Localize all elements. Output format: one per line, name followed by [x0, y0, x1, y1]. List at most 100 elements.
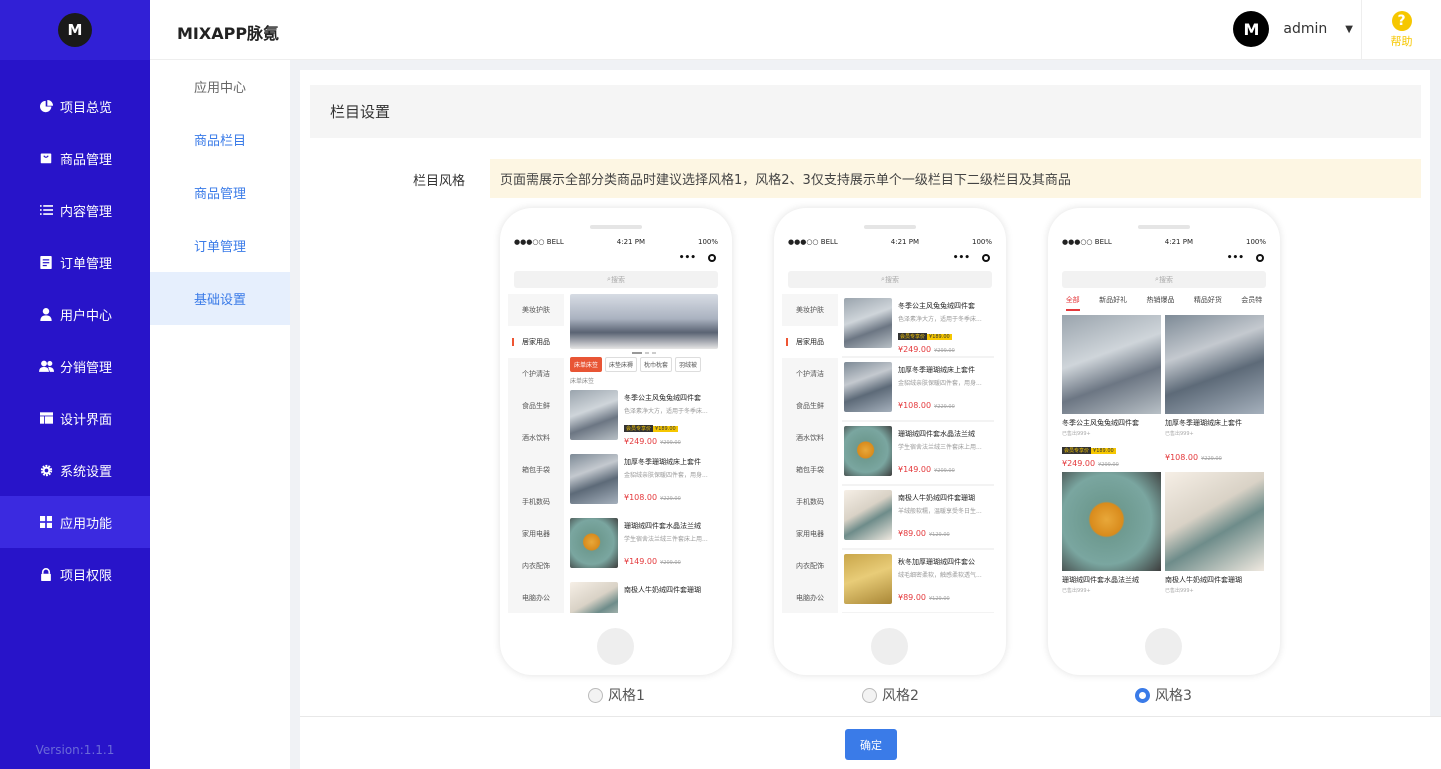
- phone-speaker: [864, 225, 916, 229]
- main-content: 栏目设置 栏目风格 页面需展示全部分类商品时建议选择风格1，风格2、3仅支持展示…: [300, 70, 1430, 716]
- product-card: 加厚冬季珊瑚绒床上套件 已售出999+ ¥108.00 ¥229.00: [1165, 315, 1264, 468]
- radio-label: 风格1: [608, 688, 645, 704]
- sidebar-item-design[interactable]: 设计界面: [0, 392, 150, 444]
- username: admin: [1283, 21, 1328, 37]
- document-icon: [38, 254, 54, 270]
- product-card: 秋冬加厚珊瑚绒四件套公 绒毛细密柔软，触感柔软透气... ¥89.00 ¥129.…: [842, 550, 994, 613]
- category-item: 个护清洁: [796, 370, 824, 378]
- mini-program-capsule: •••: [782, 251, 998, 265]
- category-item-selected: 居家用品: [508, 326, 564, 358]
- bag-icon: [38, 150, 54, 166]
- category-item: 家用电器: [522, 530, 550, 538]
- pie-chart-icon: [38, 98, 54, 114]
- category-item: 电脑办公: [796, 594, 824, 602]
- product-card: 珊瑚绒四件套水晶法兰绒 学生宿舍法兰绒三件套床上用... ¥149.00 ¥209…: [570, 515, 718, 577]
- phone-screen: ●●●○○ BELL 4:21 PM 100% ••• ⌕ 搜索 美妆护肤 居家用品…: [508, 233, 724, 613]
- sidebar-item-label: 设计界面: [60, 412, 113, 428]
- sidebar-item-orders[interactable]: 订单管理: [0, 236, 150, 288]
- subnav-item-product-management[interactable]: 商品管理: [150, 166, 290, 219]
- more-icon: •••: [1226, 253, 1244, 263]
- style2-preview[interactable]: ●●●○○ BELL 4:21 PM 100% ••• ⌕ 搜索 美妆护肤 居家用品…: [774, 208, 1006, 675]
- category-item: 食品生鲜: [796, 402, 824, 410]
- product-image: [844, 554, 892, 604]
- sidebar-item-users[interactable]: 用户中心: [0, 288, 150, 340]
- product-image: [1165, 315, 1264, 414]
- style1-radio[interactable]: 风格1: [588, 685, 645, 705]
- product-image: [570, 390, 618, 440]
- sidebar-item-content[interactable]: 内容管理: [0, 184, 150, 236]
- product-card: 南极人牛奶绒四件套珊瑚: [570, 579, 718, 613]
- logo-icon: M: [58, 13, 92, 47]
- sidebar-item-label: 项目总览: [60, 100, 113, 116]
- product-card: 加厚冬季珊瑚绒床上套件 金貂绒亲肤保暖四件套，用身... ¥108.00 ¥229…: [842, 358, 994, 422]
- help-button[interactable]: ? 帮助: [1361, 0, 1441, 60]
- product-image: [1062, 315, 1161, 414]
- category-item: 酒水饮料: [796, 434, 824, 442]
- category-item: 内衣配饰: [796, 562, 824, 570]
- scrollbar[interactable]: [1430, 60, 1441, 716]
- style3-preview[interactable]: ●●●○○ BELL 4:21 PM 100% ••• ⌕ 搜索 全部 新品好礼 热…: [1048, 208, 1280, 675]
- sidebar-item-settings[interactable]: 系统设置: [0, 444, 150, 496]
- sidebar-item-label: 订单管理: [60, 256, 113, 272]
- radio-button[interactable]: [588, 687, 603, 703]
- sidebar-item-app-functions[interactable]: 应用功能: [0, 496, 150, 548]
- product-image: [844, 490, 892, 540]
- banner-image: [570, 294, 718, 349]
- product-image: [844, 426, 892, 476]
- sidebar-item-label: 内容管理: [60, 204, 113, 220]
- subnav-item-basic-settings[interactable]: 基础设置: [150, 272, 290, 325]
- lock-icon: [38, 566, 54, 582]
- radio-button-selected[interactable]: [1135, 687, 1150, 703]
- product-image: [1062, 472, 1161, 571]
- logo[interactable]: M: [0, 0, 150, 60]
- product-card: 南极人牛奶绒四件套珊瑚 羊绒般软糯，温暖享受冬日生... ¥89.00 ¥129.…: [842, 486, 994, 550]
- subnav-item-product-columns[interactable]: 商品栏目: [150, 113, 290, 166]
- product-image: [570, 518, 618, 568]
- category-item: 手机数码: [522, 498, 550, 506]
- radio-label: 风格3: [1155, 688, 1192, 704]
- subcategory-title: 床单床笠: [570, 378, 595, 385]
- section-title: 栏目设置: [310, 85, 1421, 138]
- user-menu[interactable]: M admin ▼: [1233, 11, 1353, 47]
- field-label: 栏目风格: [413, 174, 466, 189]
- sub-navigation: 应用中心 商品栏目 商品管理 订单管理 基础设置: [150, 60, 290, 769]
- phone-speaker: [1138, 225, 1190, 229]
- page-title: MIXAPP脉氪: [177, 24, 280, 43]
- search-bar: ⌕ 搜索: [788, 271, 992, 288]
- phone-screen: ●●●○○ BELL 4:21 PM 100% ••• ⌕ 搜索 全部 新品好礼 热…: [1056, 233, 1272, 613]
- close-icon: [708, 254, 716, 262]
- sidebar-item-permissions[interactable]: 项目权限: [0, 548, 150, 600]
- phone-home-button: [871, 628, 908, 665]
- style2-radio[interactable]: 风格2: [862, 685, 919, 705]
- status-bar: ●●●○○ BELL 4:21 PM 100%: [514, 238, 718, 246]
- confirm-button[interactable]: 确定: [845, 729, 897, 760]
- phone-home-button: [597, 628, 634, 665]
- category-item: 美妆护肤: [796, 306, 824, 314]
- category-item: 个护清洁: [522, 370, 550, 378]
- category-tabs: 全部 新品好礼 热销爆品 精品好货 会员特: [1056, 295, 1272, 311]
- list-icon: [38, 202, 54, 218]
- user-icon: [38, 306, 54, 322]
- category-item: 电脑办公: [522, 594, 550, 602]
- product-image: [570, 582, 618, 613]
- subnav-item-app-center[interactable]: 应用中心: [150, 60, 290, 113]
- status-bar: ●●●○○ BELL 4:21 PM 100%: [788, 238, 992, 246]
- category-item: 箱包手袋: [796, 466, 824, 474]
- product-card: 珊瑚绒四件套水晶法兰绒 已售出999+: [1062, 472, 1161, 594]
- product-image: [570, 454, 618, 504]
- sidebar-item-distribution[interactable]: 分销管理: [0, 340, 150, 392]
- more-icon: •••: [952, 253, 970, 263]
- product-grid: 冬季公主风兔兔绒四件套 已售出999+ 会员专享价 ¥189.00 ¥249.00…: [1056, 311, 1272, 598]
- category-item-selected: 居家用品: [782, 326, 838, 358]
- sidebar-item-label: 分销管理: [60, 360, 113, 376]
- radio-button[interactable]: [862, 687, 877, 703]
- users-icon: [38, 358, 54, 374]
- category-item: 家用电器: [796, 530, 824, 538]
- product-card: 珊瑚绒四件套水晶法兰绒 学生宿舍法兰绒三件套床上用... ¥149.00 ¥209…: [842, 422, 994, 486]
- style1-preview[interactable]: ●●●○○ BELL 4:21 PM 100% ••• ⌕ 搜索 美妆护肤 居家用品…: [500, 208, 732, 675]
- sidebar-item-products[interactable]: 商品管理: [0, 132, 150, 184]
- subnav-item-order-management[interactable]: 订单管理: [150, 219, 290, 272]
- sidebar-item-overview[interactable]: 项目总览: [0, 80, 150, 132]
- style3-radio[interactable]: 风格3: [1135, 685, 1192, 705]
- phone-speaker: [590, 225, 642, 229]
